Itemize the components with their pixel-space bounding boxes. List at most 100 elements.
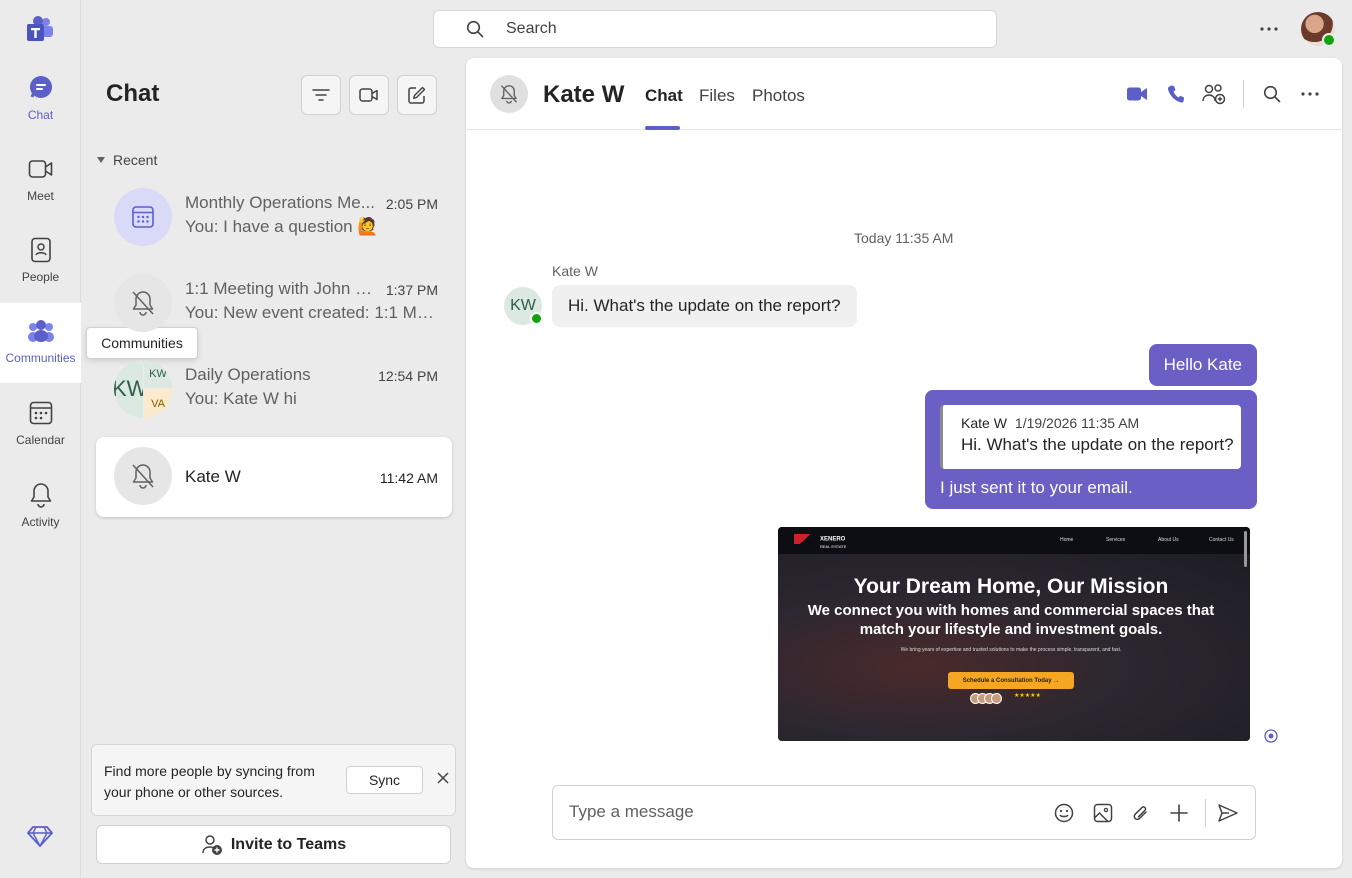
tab-files[interactable]: Files — [699, 86, 735, 106]
send-icon[interactable] — [1217, 802, 1239, 824]
compose-icon — [408, 86, 426, 104]
chat-list-item[interactable]: Monthly Operations Me... 2:05 PM You: I … — [96, 177, 452, 257]
video-call-icon[interactable] — [1125, 82, 1149, 106]
shot-headline: Your Dream Home, Our Mission — [853, 575, 1169, 598]
chat-time: 12:54 PM — [378, 368, 438, 384]
chat-time: 11:42 AM — [379, 470, 438, 486]
invite-to-teams-button[interactable]: Invite to Teams — [96, 825, 451, 864]
quoted-time: 1/19/2026 11:35 AM — [1014, 415, 1140, 431]
group-avatar-initials: KW — [144, 360, 172, 388]
image-icon[interactable] — [1092, 802, 1114, 824]
shot-logo: XENERO REAL ESTATE — [794, 534, 846, 550]
message-input[interactable] — [569, 802, 1039, 822]
diamond-icon[interactable] — [27, 823, 53, 849]
phone-call-icon[interactable] — [1164, 82, 1188, 106]
shot-rating: ★★★★★ — [1014, 693, 1041, 699]
calendar-icon — [132, 206, 154, 228]
shot-faces — [970, 691, 1010, 704]
new-chat-button[interactable] — [397, 75, 437, 115]
chat-list-item[interactable]: KW KW VA Daily Operations 12:54 PM You: … — [96, 349, 452, 429]
rail-calendar[interactable]: Calendar — [0, 385, 81, 465]
quoted-message[interactable]: Kate W 1/19/2026 11:35 AM Hi. What's the … — [940, 405, 1241, 469]
tab-chat[interactable]: Chat — [645, 86, 683, 106]
add-person-icon — [201, 834, 223, 856]
shot-cta: Schedule a Consultation Today → — [948, 672, 1074, 689]
video-icon — [359, 88, 378, 102]
filter-button[interactable] — [301, 75, 341, 115]
tab-photos[interactable]: Photos — [752, 86, 805, 106]
app-rail: Chat Meet People Communities Calendar Ac… — [0, 0, 81, 878]
muted-avatar — [114, 274, 172, 332]
muted-avatar — [114, 447, 172, 505]
chat-list-title: Chat — [106, 80, 160, 107]
compose-box[interactable] — [552, 785, 1256, 840]
outgoing-reply-message[interactable]: Kate W 1/19/2026 11:35 AM Hi. What's the … — [925, 390, 1257, 509]
rail-meet[interactable]: Meet — [0, 141, 81, 221]
shot-nav-link: Services — [1106, 537, 1126, 543]
reply-text: I just sent it to your email. — [940, 478, 1133, 497]
close-icon[interactable] — [436, 771, 452, 787]
search-input[interactable] — [506, 20, 926, 38]
shot-scrollbar — [1244, 531, 1247, 567]
shot-brand: XENERO — [820, 536, 846, 543]
shot-nav-link: About Us — [1158, 537, 1179, 543]
chat-name: Monthly Operations Me... — [185, 193, 375, 212]
rail-communities[interactable]: Communities — [0, 303, 81, 383]
chat-time: 2:05 PM — [385, 196, 438, 212]
meet-now-button[interactable] — [349, 75, 389, 115]
image-attachment[interactable]: XENERO REAL ESTATE Home Services About Us… — [778, 527, 1250, 741]
more-options-icon[interactable] — [1298, 82, 1322, 106]
seen-eye-icon — [1264, 729, 1278, 743]
chat-time: 1:37 PM — [385, 282, 438, 298]
rail-people[interactable]: People — [0, 222, 81, 302]
chat-name: Kate W — [185, 467, 241, 486]
attach-icon[interactable] — [1130, 802, 1152, 824]
bell-off-icon — [501, 85, 517, 104]
communities-icon — [27, 317, 55, 345]
search-icon[interactable] — [1260, 82, 1284, 106]
rail-activity-label: Activity — [21, 515, 60, 529]
quoted-sender: Kate W — [961, 415, 1007, 431]
calendar-icon — [27, 399, 55, 427]
chat-preview: You: I have a question 🙋 — [185, 217, 379, 236]
conversation-pane: Kate W Chat Files Photos Today 11:35 AM … — [466, 58, 1342, 868]
chat-list-item-selected[interactable]: Kate W 11:42 AM — [96, 437, 452, 517]
muted-avatar[interactable] — [490, 75, 528, 113]
shot-nav-link: Home — [1060, 537, 1074, 543]
rail-communities-label: Communities — [5, 351, 76, 365]
meeting-avatar — [114, 188, 172, 246]
chat-preview: You: Kate W hi — [185, 389, 297, 408]
chevron-down-icon — [97, 157, 105, 163]
people-book-icon — [27, 236, 55, 264]
rail-activity[interactable]: Activity — [0, 467, 81, 547]
chat-name: 1:1 Meeting with John D... — [185, 279, 377, 298]
rail-calendar-label: Calendar — [16, 433, 65, 447]
online-status-badge — [1322, 33, 1336, 47]
more-options-icon[interactable] — [1256, 18, 1282, 40]
group-avatar-initials: VA — [144, 390, 172, 418]
shot-navbar: XENERO REAL ESTATE Home Services About Us… — [778, 527, 1250, 554]
search-box[interactable] — [433, 10, 997, 48]
sync-text: Find more people by syncing from your ph… — [104, 763, 315, 800]
sync-button[interactable]: Sync — [346, 766, 423, 794]
emoji-icon[interactable] — [1053, 802, 1075, 824]
online-status-badge — [530, 312, 543, 325]
rail-chat[interactable]: Chat — [0, 60, 81, 140]
chat-list-item[interactable]: 1:1 Meeting with John D... 1:37 PM You: … — [96, 263, 452, 343]
bell-off-icon — [132, 464, 154, 489]
chat-name: Daily Operations — [185, 365, 311, 384]
conversation-header: Kate W Chat Files Photos — [466, 58, 1342, 130]
teams-logo-icon[interactable] — [25, 14, 55, 44]
header-divider — [1243, 80, 1244, 108]
incoming-message[interactable]: Hi. What's the update on the report? — [552, 285, 857, 327]
bell-icon — [27, 481, 55, 509]
search-icon — [466, 20, 484, 38]
quoted-text: Hi. What's the update on the report? — [961, 435, 1234, 454]
active-tab-indicator — [645, 126, 680, 130]
shot-body: We bring years of expertise and trusted … — [900, 647, 1122, 653]
outgoing-message[interactable]: Hello Kate — [1148, 344, 1257, 386]
plus-icon[interactable] — [1168, 802, 1190, 824]
add-people-icon[interactable] — [1202, 82, 1226, 106]
chat-icon — [27, 74, 55, 102]
recent-section-toggle[interactable]: Recent — [97, 152, 157, 168]
